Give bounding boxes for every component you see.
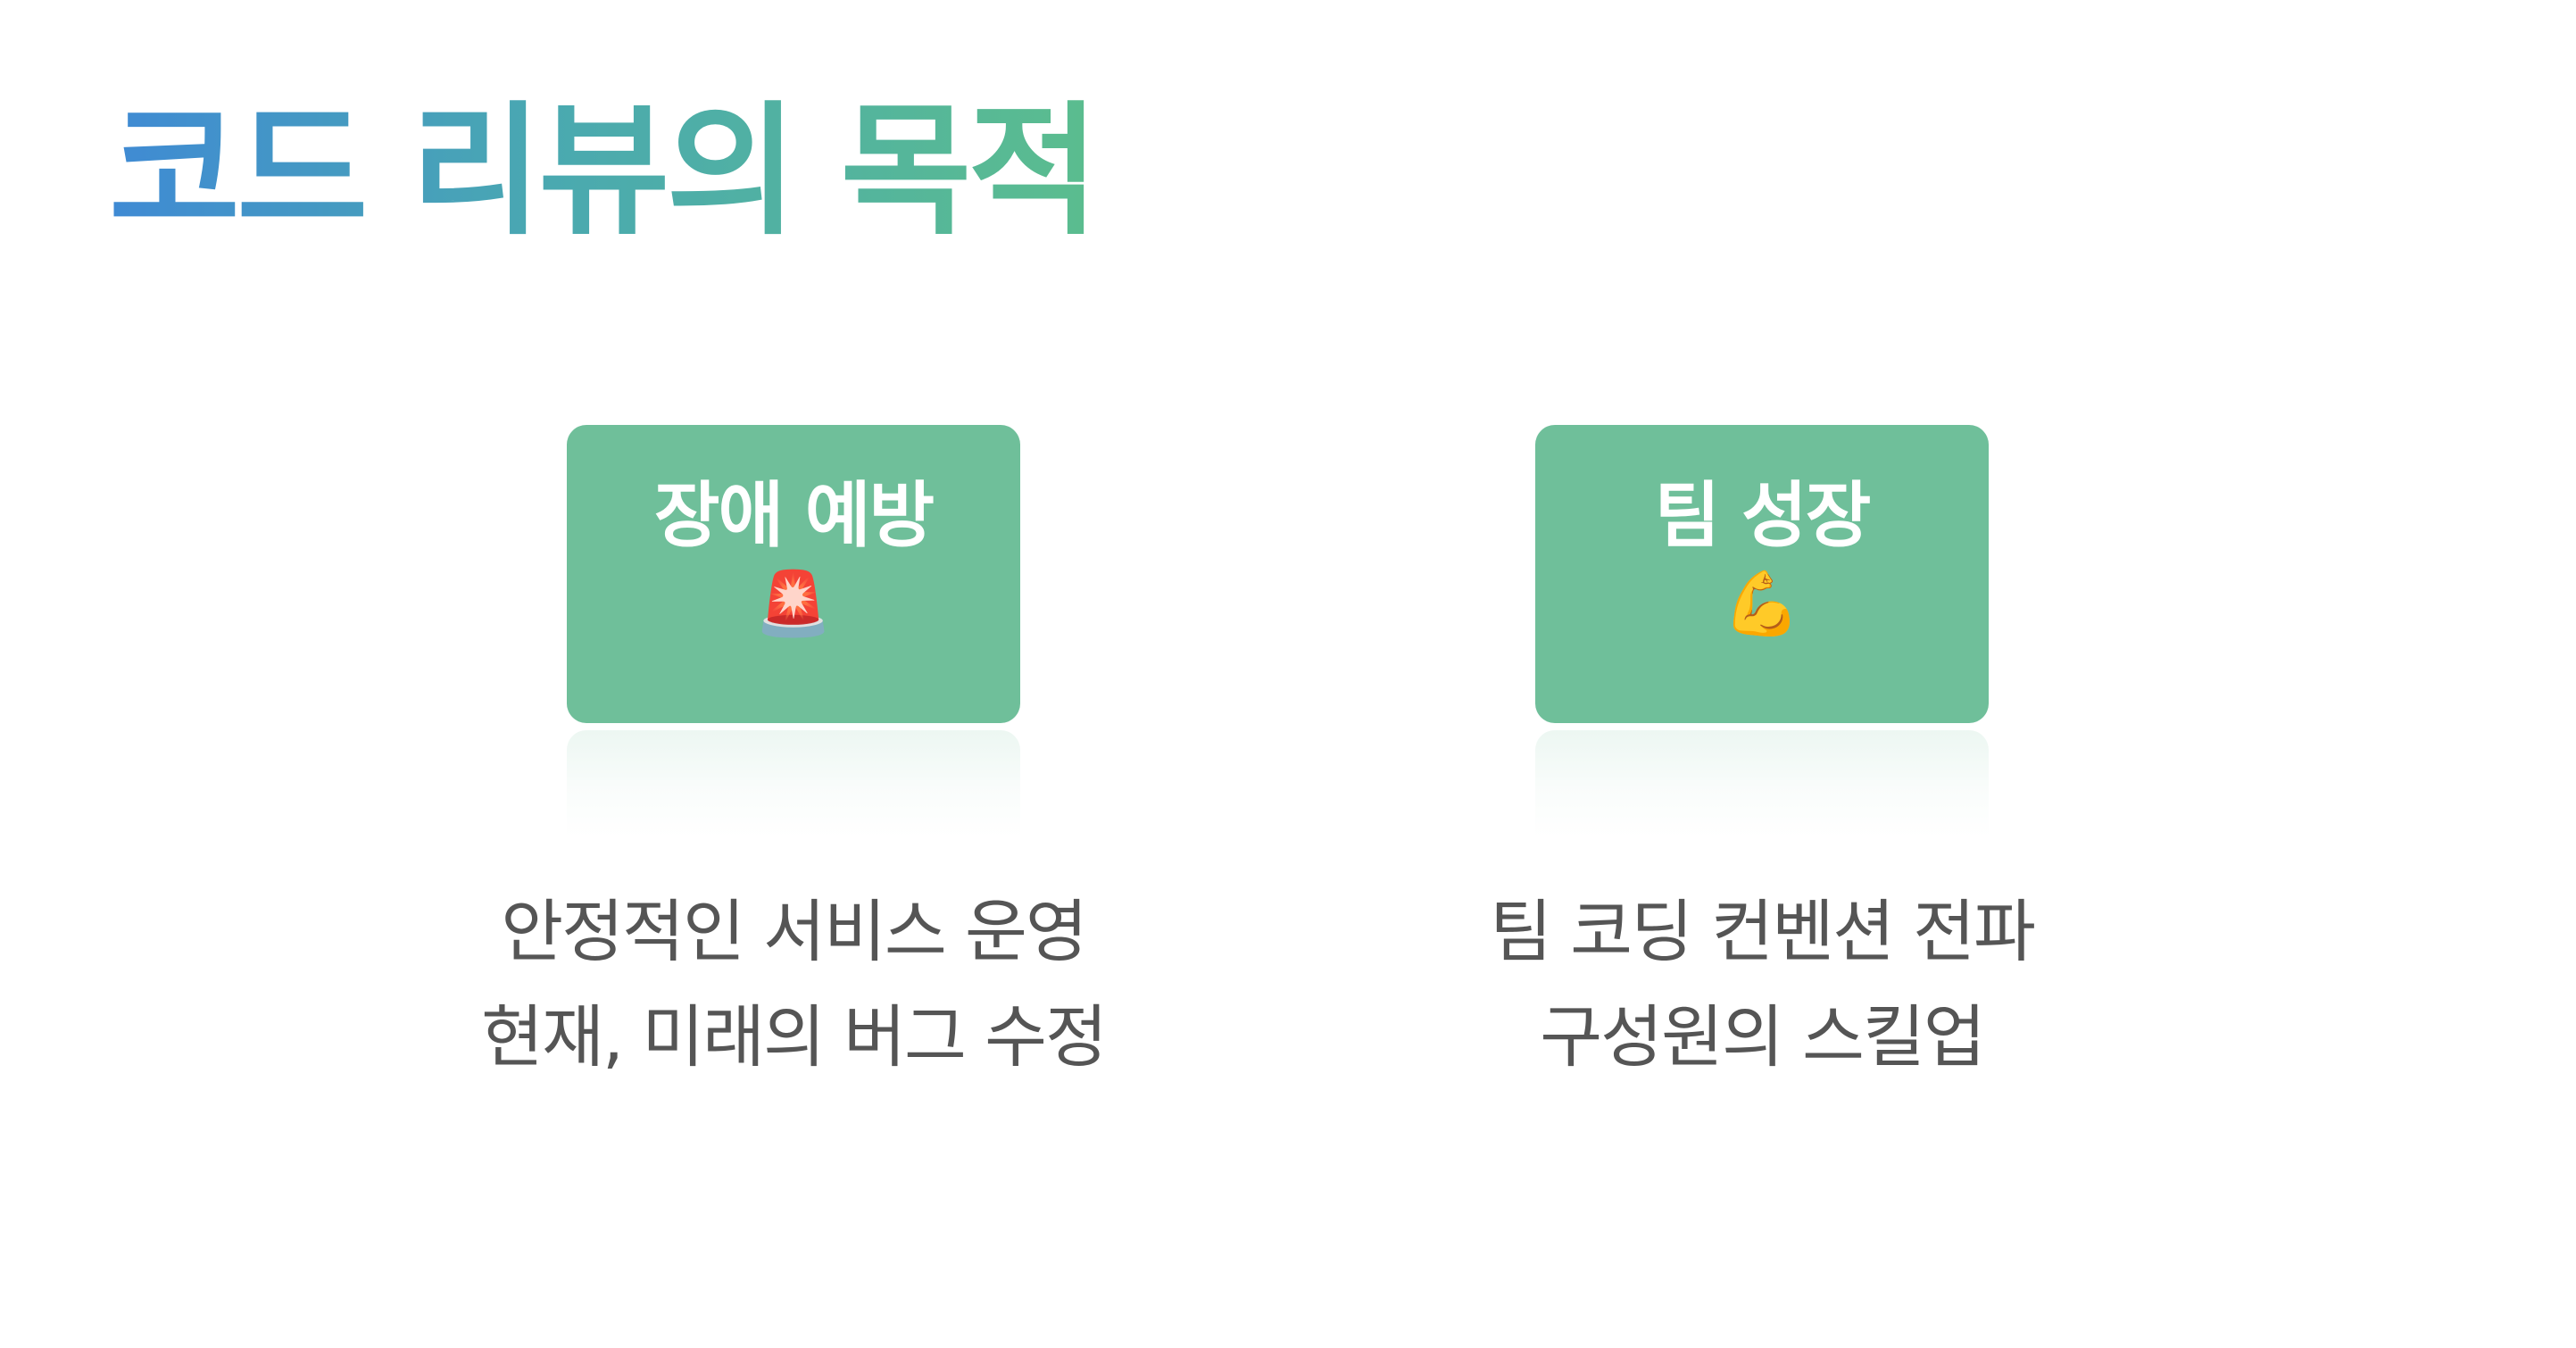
card-box: 장애 예방 🚨 xyxy=(567,425,1020,723)
card-reflection xyxy=(1535,730,1989,837)
description-line: 현재, 미래의 버그 수정 xyxy=(481,997,1108,1077)
card-team-growth: 팀 성장 💪 xyxy=(1535,425,1989,837)
description-line: 안정적인 서비스 운영 xyxy=(501,892,1088,971)
description-team-growth: 팀 코딩 컨벤션 전파 구성원의 스킬업 xyxy=(1360,879,2164,1090)
police-light-icon: 🚨 xyxy=(754,567,833,640)
description-line: 팀 코딩 컨벤션 전파 xyxy=(1490,892,2036,971)
description-outage-prevention: 안정적인 서비스 운영 현재, 미래의 버그 수정 xyxy=(392,879,1195,1090)
card-outage-prevention: 장애 예방 🚨 xyxy=(567,425,1020,837)
card-title: 장애 예방 xyxy=(653,474,935,557)
page-title: 코드 리뷰의 목적 xyxy=(109,82,1100,261)
flexed-biceps-icon: 💪 xyxy=(1723,567,1801,640)
description-line: 구성원의 스킬업 xyxy=(1540,997,1986,1077)
card-box: 팀 성장 💪 xyxy=(1535,425,1989,723)
card-reflection xyxy=(567,730,1020,837)
card-title: 팀 성장 xyxy=(1654,474,1872,557)
